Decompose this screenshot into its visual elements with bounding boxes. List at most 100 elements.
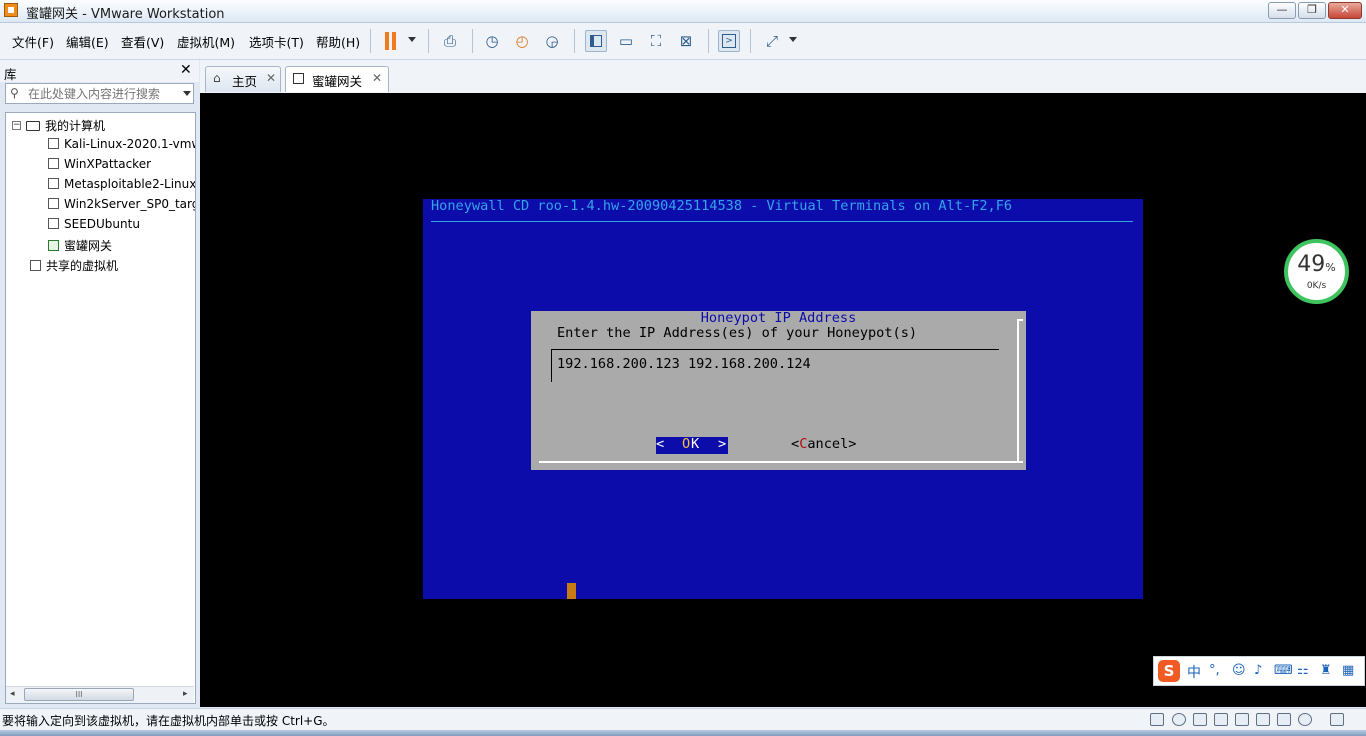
keyboard-icon[interactable]: ⌨ [1274, 663, 1293, 678]
send-ctrl-alt-del-icon[interactable]: ⎙ [440, 31, 460, 51]
ime-mode-toggle[interactable]: 中 [1187, 662, 1201, 682]
console-divider [431, 221, 1133, 222]
tree-item-vm[interactable]: Win2kServer_SP0_targ [48, 197, 195, 215]
minimize-button[interactable]: — [1268, 2, 1296, 19]
tree-item-vm[interactable]: WinXPattacker [48, 157, 151, 175]
os-taskbar [0, 730, 1366, 736]
tree-item-label: Metasploitable2-Linux [64, 177, 196, 191]
chevron-down-icon[interactable] [183, 91, 191, 96]
cancel-bracket: < [791, 436, 800, 452]
cancel-label: ancel> [807, 436, 857, 452]
status-bar: 要将输入定向到该虚拟机，请在虚拟机内部单击或按 Ctrl+G。 [0, 708, 1366, 731]
hard-disk-icon[interactable] [1150, 713, 1164, 726]
tab-honeywall[interactable]: 蜜罐网关 ✕ [285, 66, 389, 92]
dialog-prompt: Enter the IP Address(es) of your Honeypo… [557, 325, 918, 341]
vm-console[interactable]: Honeywall CD roo-1.4.hw-20090425114538 -… [423, 198, 1143, 599]
toolbar-separator [750, 29, 751, 53]
vm-icon [48, 218, 59, 229]
stretch-icon[interactable]: ⤢ [762, 31, 782, 51]
vm-icon [48, 138, 59, 149]
menu-vm[interactable]: 虚拟机(M) [177, 32, 235, 51]
usb-icon[interactable] [1256, 713, 1270, 726]
gauge-percent-value: 49 [1297, 252, 1326, 277]
sogou-logo-icon[interactable]: S [1158, 660, 1180, 682]
tree-item-vm[interactable]: Kali-Linux-2020.1-vmw [48, 137, 195, 155]
close-window-button[interactable]: ✕ [1328, 2, 1362, 19]
emoji-icon[interactable]: ☺ [1232, 663, 1246, 678]
menu-grid-icon[interactable]: ▦ [1342, 663, 1354, 678]
ok-label: K [691, 436, 700, 452]
tree-item-vm[interactable]: Metasploitable2-Linux [48, 177, 196, 195]
menu-file[interactable]: 文件(F) [12, 32, 54, 51]
thumbnail-bar-icon[interactable]: ▭ [616, 31, 636, 51]
library-hscrollbar[interactable]: ◂ III ▸ [6, 686, 194, 703]
shared-vm-icon [30, 260, 41, 271]
tab-close-icon[interactable]: ✕ [266, 71, 276, 85]
menu-edit[interactable]: 编辑(E) [66, 32, 109, 51]
ok-hotkey: O [682, 436, 691, 452]
scroll-right-icon[interactable]: ▸ [183, 689, 188, 699]
search-input[interactable] [28, 85, 176, 102]
toolbox-icon[interactable]: ⚏ [1297, 663, 1309, 678]
vmware-logo-icon [4, 3, 18, 17]
text-cursor [567, 583, 576, 599]
pause-icon[interactable] [384, 32, 398, 50]
ok-bracket: > [718, 436, 727, 452]
network-adapter-icon[interactable] [1193, 713, 1207, 726]
gauge-rate: 0K/s [1306, 281, 1327, 291]
tree-item-vm-running[interactable]: 蜜罐网关 [48, 237, 112, 255]
tab-close-icon[interactable]: ✕ [372, 71, 382, 85]
vm-icon [48, 178, 59, 189]
library-search[interactable]: ⚲ [5, 83, 194, 104]
tree-item-my-computer[interactable]: 我的计算机 [26, 117, 105, 135]
window-title: 蜜罐网关 - VMware Workstation [26, 7, 225, 22]
cancel-button[interactable]: <Cancel> [791, 436, 856, 452]
tree-item-vm[interactable]: SEEDUbuntu [48, 217, 140, 235]
snapshot-icon[interactable]: ◷ [482, 31, 502, 51]
message-log-icon[interactable] [1330, 713, 1344, 726]
network-adapter-icon[interactable] [1235, 713, 1249, 726]
menu-toolbar: 文件(F) 编辑(E) 查看(V) 虚拟机(M) 选项卡(T) 帮助(H) ⎙ … [0, 23, 1366, 60]
ip-address-input[interactable]: 192.168.200.123 192.168.200.124 [557, 356, 811, 372]
tab-label: 主页 [232, 74, 258, 89]
chevron-down-icon[interactable] [408, 37, 416, 42]
tree-item-label: 我的计算机 [45, 119, 106, 133]
computer-icon [26, 121, 40, 131]
collapse-icon[interactable]: − [12, 121, 21, 130]
show-library-icon[interactable] [585, 30, 607, 52]
tree-item-label: SEEDUbuntu [64, 217, 140, 231]
network-adapter-icon[interactable] [1214, 713, 1228, 726]
console-view-icon[interactable]: > [718, 30, 740, 52]
revert-snapshot-icon[interactable]: ◴ [512, 31, 532, 51]
restore-button[interactable]: ❐ [1298, 2, 1326, 19]
microphone-icon[interactable]: ♪ [1254, 663, 1262, 678]
display-icon[interactable] [1298, 713, 1312, 726]
library-title: 库 [4, 67, 17, 82]
fullscreen-icon[interactable]: ⛶ [646, 31, 666, 51]
scroll-thumb[interactable]: III [24, 688, 134, 701]
close-library-icon[interactable]: ✕ [180, 62, 192, 78]
scroll-left-icon[interactable]: ◂ [10, 689, 15, 699]
tree-item-shared-vms[interactable]: 共享的虚拟机 [30, 257, 118, 275]
tab-label: 蜜罐网关 [312, 74, 363, 89]
menu-view[interactable]: 查看(V) [121, 32, 164, 51]
cd-rom-icon[interactable] [1172, 713, 1186, 726]
chevron-down-icon[interactable] [789, 37, 797, 42]
vm-icon [48, 198, 59, 209]
toolbar-separator [370, 29, 371, 53]
vm-icon [48, 158, 59, 169]
menu-tabs[interactable]: 选项卡(T) [249, 32, 304, 51]
toolbar-separator [428, 29, 429, 53]
ok-button[interactable]: < O K > [656, 436, 728, 454]
snapshot-manager-icon[interactable]: ◶ [542, 31, 562, 51]
tab-home[interactable]: ⌂ 主页 ✕ [205, 66, 281, 92]
ime-punct-toggle[interactable]: °, [1209, 663, 1220, 678]
status-message: 要将输入定向到该虚拟机，请在虚拟机内部单击或按 Ctrl+G。 [2, 714, 335, 728]
skin-icon[interactable]: ♜ [1320, 663, 1332, 678]
vm-running-icon [293, 73, 304, 84]
ip-dialog: Honeypot IP Address Enter the IP Address… [531, 310, 1026, 470]
menu-help[interactable]: 帮助(H) [316, 32, 360, 51]
network-speed-gauge[interactable]: 49% 0K/s [1284, 239, 1349, 304]
sound-icon[interactable] [1277, 713, 1291, 726]
unity-icon[interactable]: ⊠ [676, 31, 696, 51]
